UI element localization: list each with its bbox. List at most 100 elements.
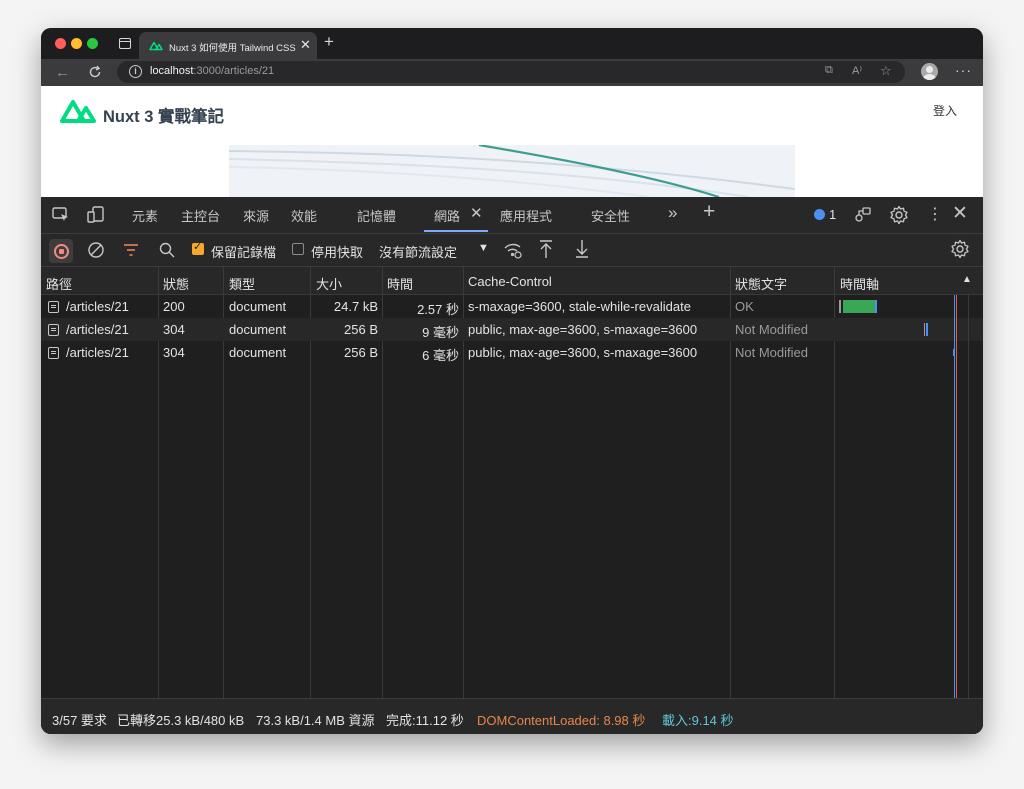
finish-time: 完成:11.12 秒: [386, 713, 464, 728]
hero-curves: [229, 145, 795, 197]
back-icon[interactable]: ←: [55, 64, 70, 81]
nuxt-favicon-icon: [149, 41, 163, 51]
row-path: /articles/21: [66, 322, 129, 337]
devtools-tab-bar: 元素 主控台 來源 效能 記憶體 網路 ✕ 應用程式 安全性 » + 1 ⋮ ✕: [41, 197, 983, 234]
settings-gear-icon[interactable]: [889, 205, 909, 225]
row-size: 256 B: [344, 345, 378, 360]
issues-count[interactable]: 1: [829, 207, 836, 222]
search-icon[interactable]: [159, 242, 175, 258]
row-cache-control: public, max-age=3600, s-maxage=3600: [468, 345, 698, 360]
clear-log-icon[interactable]: [87, 241, 105, 259]
row-size: 256 B: [344, 322, 378, 337]
minimize-window-button[interactable]: [71, 38, 82, 49]
site-title[interactable]: Nuxt 3 實戰筆記: [103, 103, 224, 127]
throttling-dropdown-icon[interactable]: ▼: [478, 242, 489, 254]
row-size: 24.7 kB: [333, 299, 378, 314]
reload-icon[interactable]: [88, 65, 102, 79]
tab-actions-icon[interactable]: [119, 38, 131, 49]
tab-close-icon[interactable]: ✕: [300, 37, 311, 53]
waterfall-bar-download: [953, 349, 955, 356]
login-link[interactable]: 登入: [933, 102, 957, 119]
row-status-text: Not Modified: [735, 322, 808, 337]
zoom-window-button[interactable]: [87, 38, 98, 49]
more-menu-icon[interactable]: ···: [955, 62, 972, 78]
load-time: 載入:9.14 秒: [662, 713, 734, 728]
column-header-type[interactable]: 類型: [229, 274, 255, 293]
column-header-path[interactable]: 路徑: [46, 274, 72, 293]
waterfall-bar-download: [926, 323, 928, 336]
network-toolbar: 保留記錄檔 停用快取 沒有節流設定 ▼: [41, 234, 983, 267]
preserve-log-label[interactable]: 保留記錄檔: [211, 242, 276, 261]
url-host: localhost: [150, 65, 194, 77]
tab-title: Nuxt 3 如何使用 Tailwind CSS: [169, 43, 296, 54]
sort-ascending-icon[interactable]: ▲: [962, 274, 972, 285]
column-header-time[interactable]: 時間: [387, 274, 413, 293]
resources-size: 73.3 kB/1.4 MB 資源: [256, 713, 375, 728]
inspect-element-icon[interactable]: [52, 207, 70, 223]
close-devtools-icon[interactable]: ✕: [952, 202, 968, 225]
row-status-text: OK: [735, 299, 754, 314]
row-cache-control: s-maxage=3600, stale-while-revalidate: [468, 299, 691, 314]
column-header-status[interactable]: 狀態: [163, 274, 189, 293]
row-status: 304: [163, 322, 185, 337]
import-har-icon[interactable]: [539, 239, 553, 259]
network-settings-gear-icon[interactable]: [950, 239, 970, 259]
browser-tab[interactable]: Nuxt 3 如何使用 Tailwind CSS ✕: [139, 32, 317, 59]
favorite-star-icon[interactable]: ☆: [880, 63, 892, 79]
devtools-panel: 元素 主控台 來源 效能 記憶體 網路 ✕ 應用程式 安全性 » + 1 ⋮ ✕…: [41, 197, 983, 734]
requests-count: 3/57 要求: [52, 713, 107, 728]
read-aloud-icon[interactable]: A⁾: [852, 64, 862, 77]
row-time: 2.57 秒: [417, 302, 459, 317]
document-icon: [48, 324, 59, 336]
tab-sources[interactable]: 來源: [243, 206, 269, 225]
stop-recording-button[interactable]: [49, 239, 73, 263]
waterfall-bar-end: [875, 300, 877, 313]
url-field[interactable]: i localhost:3000/articles/21 ⧉ A⁾ ☆: [117, 61, 905, 83]
url-path: :3000/articles/21: [193, 65, 275, 77]
column-header-waterfall[interactable]: 時間軸: [840, 274, 879, 293]
tab-memory[interactable]: 記憶體: [357, 206, 396, 225]
column-header-size[interactable]: 大小: [316, 274, 342, 293]
close-network-tab-icon[interactable]: ✕: [470, 204, 483, 222]
page-viewport: Nuxt 3 實戰筆記 登入: [41, 86, 983, 197]
tab-network[interactable]: 網路: [434, 206, 460, 225]
document-icon: [48, 301, 59, 313]
row-type: document: [229, 322, 287, 337]
disable-cache-checkbox[interactable]: [292, 243, 304, 255]
new-tab-icon[interactable]: +: [324, 32, 334, 52]
row-path: /articles/21: [66, 345, 129, 360]
network-conditions-icon[interactable]: [503, 241, 523, 259]
row-type: document: [229, 299, 287, 314]
disable-cache-label[interactable]: 停用快取: [311, 242, 363, 261]
row-time: 6 毫秒: [422, 348, 459, 363]
customize-icon[interactable]: [854, 206, 872, 224]
transferred-size: 已轉移25.3 kB/480 kB: [117, 713, 245, 728]
devtools-menu-icon[interactable]: ⋮: [927, 204, 943, 224]
site-info-icon[interactable]: i: [129, 65, 142, 78]
close-window-button[interactable]: [55, 38, 66, 49]
tab-performance[interactable]: 效能: [291, 206, 317, 225]
export-har-icon[interactable]: [575, 239, 589, 259]
active-tab-indicator: [424, 230, 488, 232]
nuxt-logo-icon[interactable]: [59, 98, 97, 124]
network-summary-bar: 3/57 要求 已轉移25.3 kB/480 kB 73.3 kB/1.4 MB…: [41, 698, 983, 734]
device-toolbar-icon[interactable]: [87, 206, 105, 224]
throttling-select[interactable]: 沒有節流設定: [379, 242, 457, 261]
waterfall-bar-queue: [924, 323, 925, 336]
more-tabs-icon[interactable]: »: [668, 203, 677, 223]
tab-console[interactable]: 主控台: [181, 206, 220, 225]
profile-avatar-icon[interactable]: [921, 63, 938, 80]
column-header-status-text[interactable]: 狀態文字: [735, 274, 787, 293]
browser-window: Nuxt 3 如何使用 Tailwind CSS ✕ + ← i localho…: [41, 28, 983, 734]
filter-icon[interactable]: [123, 243, 139, 257]
open-in-app-icon[interactable]: ⧉: [825, 64, 833, 77]
tab-application[interactable]: 應用程式: [500, 206, 552, 225]
add-tab-icon[interactable]: +: [703, 200, 715, 224]
row-type: document: [229, 345, 287, 360]
tab-elements[interactable]: 元素: [132, 206, 158, 225]
column-header-cache-control[interactable]: Cache-Control: [468, 274, 552, 289]
row-status: 304: [163, 345, 185, 360]
tab-security[interactable]: 安全性: [591, 206, 630, 225]
preserve-log-checkbox[interactable]: [192, 240, 204, 255]
issues-icon[interactable]: [814, 209, 825, 220]
